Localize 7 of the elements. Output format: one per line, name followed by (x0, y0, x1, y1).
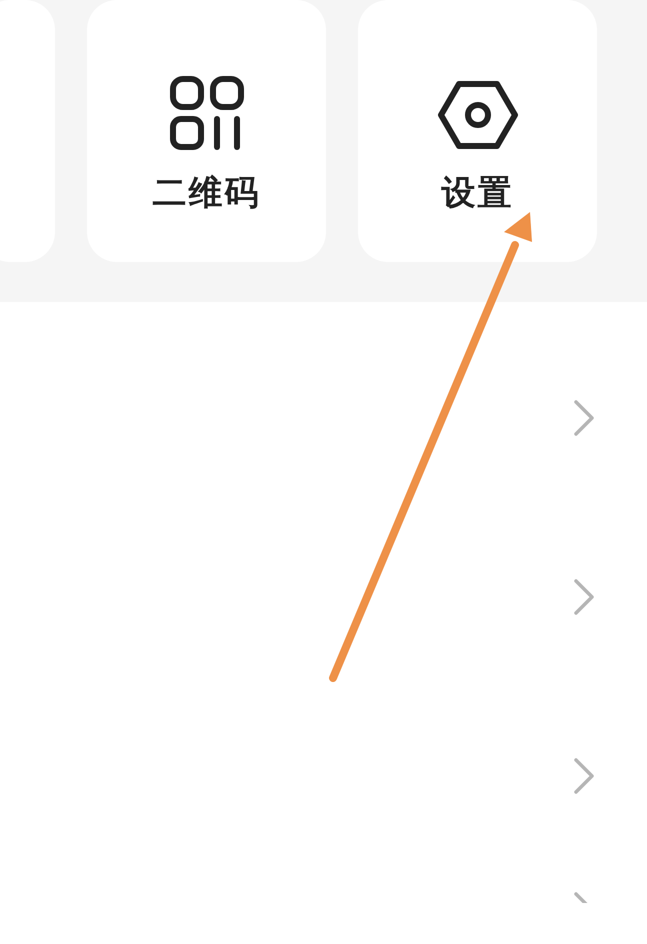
settings-icon (438, 80, 518, 150)
tile-button[interactable]: 二维码 (87, 0, 326, 262)
chevron-right-icon (573, 578, 595, 616)
tile-button[interactable]: 设置 (358, 0, 597, 262)
grid-icon (170, 76, 244, 150)
chevron-right-icon (573, 756, 595, 794)
chevron-right-icon (573, 398, 595, 436)
